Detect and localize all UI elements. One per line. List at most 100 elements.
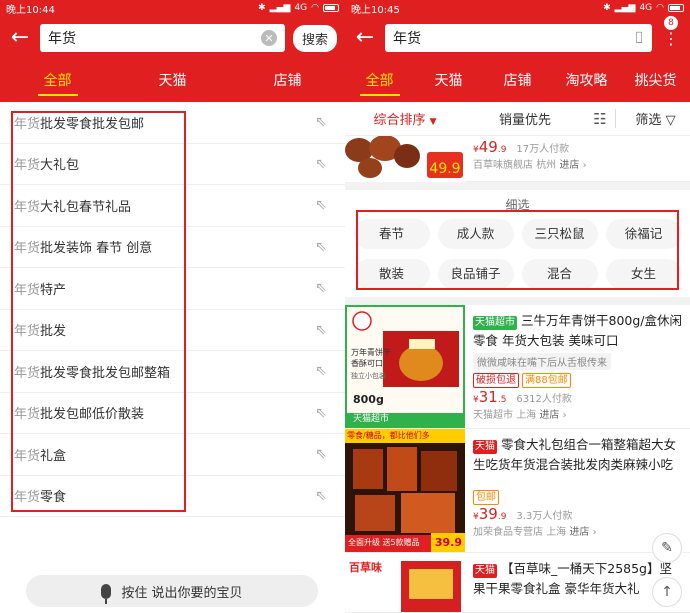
fill-arrow-icon[interactable]: ⇖ — [311, 114, 331, 130]
product-image[interactable]: 百草味 — [345, 553, 465, 612]
fill-arrow-icon[interactable]: ⇖ — [311, 405, 331, 421]
clear-icon[interactable]: ✕ — [260, 30, 277, 46]
suggestion-text: 礼盒 — [40, 448, 67, 464]
fill-arrow-icon[interactable]: ⇖ — [311, 488, 331, 504]
suggestion-item[interactable]: 年货 批发零食批发包邮 ⇖ — [0, 102, 345, 144]
tab-tmall[interactable]: 天猫 — [414, 60, 483, 102]
product-card[interactable]: 百草味 天猫 【百草味_一桶天下2585g】坚果干果零食礼盒 豪华年货大礼 — [345, 553, 690, 613]
enter-shop-link[interactable]: 进店 — [559, 160, 579, 171]
suggestion-text: 零食 — [40, 490, 67, 506]
funnel-icon: ▽ — [665, 113, 676, 128]
result-tabs: 全部 天猫 店铺 淘攻略 挑尖货 — [345, 60, 690, 102]
suggestion-text: 大礼包春节礼品 — [40, 199, 132, 215]
fill-arrow-icon[interactable]: ⇖ — [311, 156, 331, 172]
suggestion-item[interactable]: 年货 大礼包 ⇖ — [0, 144, 345, 185]
sort-sales[interactable]: 销量优先 — [465, 109, 585, 128]
product-image[interactable]: 49.9 — [345, 136, 465, 182]
suggestion-keyword: 年货 — [14, 199, 41, 215]
refine-chip[interactable]: 成人款 — [437, 219, 514, 249]
search-input[interactable] — [48, 30, 261, 46]
product-card[interactable]: 万年青饼干 香酥可口 独立小包装 800g 天猫超市 天猫超市 三牛万年青饼干8… — [345, 305, 690, 429]
image-price: 39.9 — [434, 536, 462, 549]
shop-city: 上海 — [516, 410, 537, 421]
status-bar: 晚上10:45 ✱ ▂▄▆ 4G ◠ — [345, 0, 690, 16]
fill-arrow-icon[interactable]: ⇖ — [311, 363, 331, 379]
refine-chip[interactable]: 混合 — [521, 259, 598, 289]
price-int: 39 — [478, 505, 498, 523]
suggestion-keyword: 年货 — [14, 116, 41, 132]
suggestion-item[interactable]: 年货 批发包邮低价散装 ⇖ — [0, 393, 345, 434]
fill-arrow-icon[interactable]: ⇖ — [311, 446, 331, 462]
refine-chip[interactable]: 春节 — [353, 219, 430, 249]
tab-shops[interactable]: 店铺 — [483, 60, 552, 102]
product-card[interactable]: 零食/糖品，都比他们多 全面升级 送5款赠品 39.9 天猫 零食大礼包组合一箱… — [345, 429, 690, 553]
suggestion-item[interactable]: 年货 零食 ⇖ — [0, 476, 345, 517]
enter-shop-link[interactable]: 进店 — [539, 410, 559, 421]
refine-chip[interactable]: 良品铺子 — [437, 259, 514, 289]
search-button[interactable]: 搜索 — [292, 24, 337, 52]
camera-icon[interactable]: ⌷ — [634, 28, 644, 48]
back-arrow-icon[interactable]: ← — [8, 27, 32, 49]
product-info: 天猫 零食大礼包组合一箱整箱超大女生吃货年货混合装批发肉类麻辣小吃 包邮 ¥39… — [465, 429, 690, 552]
more-menu-icon[interactable]: ⋮ 8 — [660, 14, 682, 48]
product-title: 天猫超市 三牛万年青饼干800g/盒休闲零食 年货大包装 美味可口 — [473, 311, 682, 351]
suggestion-item[interactable]: 年货 批发 ⇖ — [0, 310, 345, 351]
suggestion-item[interactable]: 年货 批发零食批发包邮整箱 ⇖ — [0, 351, 345, 393]
bluetooth-icon: ✱ — [603, 3, 611, 13]
fill-arrow-icon[interactable]: ⇖ — [311, 322, 331, 338]
suggestion-keyword: 年货 — [14, 365, 41, 381]
layout-toggle-icon[interactable]: ☷ — [585, 110, 615, 128]
suggestion-item[interactable]: 年货 特产 ⇖ — [0, 268, 345, 310]
network-type: 4G — [294, 3, 308, 13]
suggestion-item[interactable]: 年货 大礼包春节礼品 ⇖ — [0, 185, 345, 227]
suggestion-keyword: 年货 — [14, 324, 41, 340]
voice-search-button[interactable]: 按住 说出你要的宝贝 — [26, 575, 318, 607]
tab-shops[interactable]: 店铺 — [230, 60, 345, 102]
wifi-icon: ◠ — [311, 3, 319, 13]
suggestion-text: 批发零食批发包邮 — [40, 116, 145, 132]
fill-arrow-icon[interactable]: ⇖ — [311, 239, 331, 255]
fill-arrow-icon[interactable]: ⇖ — [311, 280, 331, 296]
signal-icon: ▂▄▆ — [614, 3, 636, 13]
filter-button[interactable]: 筛选 ▽ — [615, 109, 685, 128]
search-box[interactable]: 年货 ⌷ — [385, 24, 652, 52]
enter-shop-link[interactable]: 进店 — [569, 527, 589, 538]
suggestion-text: 批发 — [40, 324, 67, 340]
sort-default[interactable]: 综合排序 ▼ — [345, 109, 465, 128]
product-info: ¥49.9 17万人付款 百草味旗舰店 杭州 进店 › — [465, 136, 690, 181]
refine-chip[interactable]: 三只松鼠 — [521, 219, 598, 249]
refine-chip[interactable]: 散装 — [353, 259, 430, 289]
product-image[interactable]: 万年青饼干 香酥可口 独立小包装 800g 天猫超市 — [345, 305, 465, 428]
tab-guides[interactable]: 淘攻略 — [552, 60, 621, 102]
suggestion-item[interactable]: 年货 批发装饰 春节 创意 ⇖ — [0, 227, 345, 268]
back-arrow-icon[interactable]: ← — [353, 27, 377, 49]
tab-all[interactable]: 全部 — [0, 60, 115, 102]
tab-all[interactable]: 全部 — [345, 60, 414, 102]
product-image[interactable]: 零食/糖品，都比他们多 全面升级 送5款赠品 39.9 — [345, 429, 465, 552]
suggestion-item[interactable]: 年货 礼盒 ⇖ — [0, 434, 345, 476]
right-screen: 晚上10:45 ✱ ▂▄▆ 4G ◠ ← 年货 ⌷ ⋮ 8 全部 天猫 店铺 淘攻… — [345, 0, 690, 613]
suggestion-keyword: 年货 — [14, 490, 41, 506]
tab-tmall[interactable]: 天猫 — [115, 60, 230, 102]
search-bar: ← ✕ 搜索 — [0, 16, 345, 60]
fill-arrow-icon[interactable]: ⇖ — [311, 197, 331, 213]
price-int: 49 — [478, 138, 498, 156]
shop-line: 百草味旗舰店 杭州 进店 › — [473, 156, 682, 171]
image-text: 全面升级 送5款赠品 — [348, 538, 420, 547]
refine-section: 细选 春节 成人款 三只松鼠 徐福记 散装 良品铺子 混合 女生 — [345, 190, 690, 297]
tab-premium[interactable]: 挑尖货 — [621, 60, 690, 102]
back-to-top-icon[interactable]: ↑ — [652, 577, 682, 607]
suggestion-text: 批发包邮低价散装 — [40, 407, 145, 423]
refine-chip[interactable]: 女生 — [605, 259, 682, 289]
product-image-art: 49.9 — [345, 136, 465, 182]
tmall-tag: 天猫 — [473, 564, 497, 578]
status-icons: ✱ ▂▄▆ 4G ◠ — [258, 3, 339, 13]
refine-chip[interactable]: 徐福记 — [605, 219, 682, 249]
promo-badge: 满88包邮 — [522, 373, 571, 388]
suggestion-list: 年货 批发零食批发包邮 ⇖ 年货 大礼包 ⇖ 年货 大礼包春节礼品 ⇖ 年货 批发装饰 春节 … — [0, 102, 345, 517]
product-card[interactable]: 49.9 ¥49.9 17万人付款 百草味旗舰店 杭州 进店 › — [345, 136, 690, 182]
dropdown-arrow-icon: ▼ — [429, 117, 437, 127]
search-box[interactable]: ✕ — [40, 24, 285, 52]
promo-badge: 包邮 — [473, 490, 499, 505]
feedback-edit-icon[interactable]: ✎ — [652, 533, 682, 563]
